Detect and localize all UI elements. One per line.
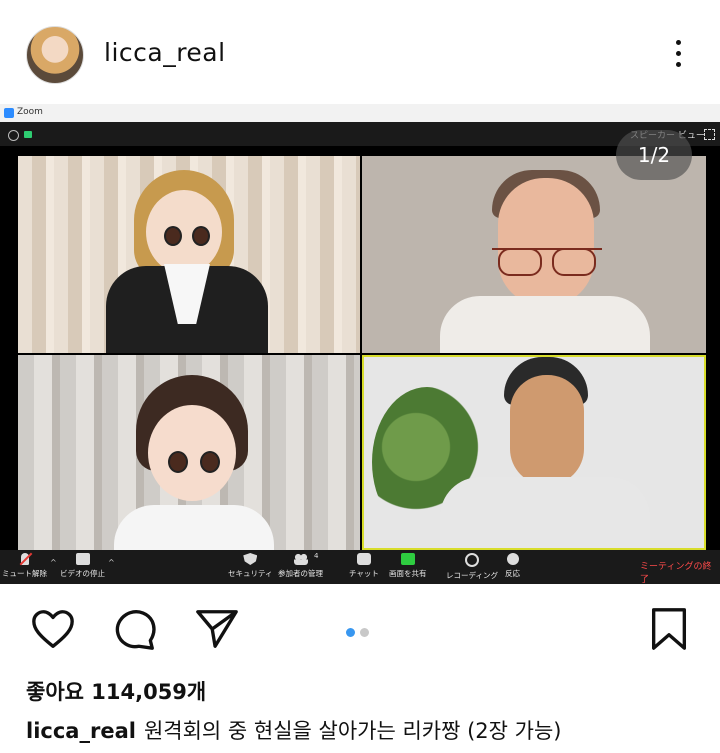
caption-text: 원격회의 중 현실을 살아가는 리카짱 (2장 가능) [143, 719, 562, 743]
info-icon [8, 130, 19, 141]
likes-count[interactable]: 좋아요 114,059개 [26, 676, 206, 706]
shield-icon [243, 553, 258, 565]
zoom-topbar: スピーカー ビュー [0, 122, 720, 146]
zoom-toolbar: ミュート解除 ^ ビデオの停止 ^ セキュリティ 参加者の管理 4 チャット 画… [0, 550, 720, 585]
avatar[interactable] [26, 26, 84, 84]
video-camera-icon [75, 553, 90, 565]
post-image[interactable]: Zoom スピーカー ビュー 1/2 [0, 104, 720, 585]
fullscreen-icon [704, 129, 715, 140]
zoom-titlebar: Zoom [0, 104, 720, 123]
caret-up-icon[interactable]: ^ [50, 558, 57, 567]
doll-eye [200, 451, 220, 473]
caption-username[interactable]: licca_real [26, 719, 136, 743]
microphone-muted-icon [20, 553, 29, 565]
more-options-icon[interactable] [668, 38, 688, 70]
doll-shirt [440, 296, 650, 353]
participants-count: 4 [314, 552, 319, 560]
page-indicator[interactable]: 1/2 [616, 130, 692, 180]
video-tile-1 [18, 156, 360, 353]
caret-up-icon[interactable]: ^ [108, 558, 115, 567]
doll-face [148, 405, 236, 501]
zoom-logo-icon [4, 108, 14, 118]
zoom-window-title: Zoom [17, 107, 43, 117]
record-button[interactable]: レコーディング [446, 553, 498, 581]
bookmark-icon[interactable] [646, 606, 692, 652]
video-tile-2 [362, 156, 706, 353]
share-screen-button[interactable]: 画面を共有 [389, 553, 427, 579]
doll-eye [164, 226, 182, 246]
lock-icon [24, 131, 32, 138]
chat-icon [356, 553, 371, 565]
doll-face [146, 190, 222, 274]
comment-icon[interactable] [112, 606, 158, 652]
carousel-indicator [346, 622, 374, 641]
carousel-dot [360, 628, 369, 637]
heart-icon[interactable] [30, 606, 76, 652]
end-meeting-button[interactable]: ミーティングの終了 [640, 559, 720, 585]
participants-icon [293, 553, 308, 565]
video-tile-3 [18, 355, 360, 550]
post-username[interactable]: licca_real [104, 38, 226, 67]
doll-shirt [440, 477, 650, 548]
chat-button[interactable]: チャット [349, 553, 379, 579]
stop-video-button[interactable]: ビデオの停止 [60, 553, 105, 579]
reactions-button[interactable]: 反応 [505, 553, 520, 579]
doll-face [498, 178, 594, 306]
post-caption: licca_real 원격회의 중 현실을 살아가는 리카짱 (2장 가능) [26, 715, 562, 745]
unmute-button[interactable]: ミュート解除 [2, 553, 47, 579]
post-actions [0, 584, 720, 670]
carousel-dot-active [346, 628, 355, 637]
doll-face [510, 375, 584, 485]
doll-eye [168, 451, 188, 473]
doll-shirt [114, 505, 274, 550]
record-icon [464, 553, 479, 567]
post-header: licca_real [0, 0, 720, 104]
share-screen-icon [400, 553, 415, 565]
video-tile-4-active-speaker [362, 355, 706, 550]
doll-eye [192, 226, 210, 246]
glasses-icon [492, 248, 602, 276]
security-button[interactable]: セキュリティ [228, 553, 273, 579]
send-icon[interactable] [194, 606, 240, 652]
reaction-icon [506, 553, 519, 565]
